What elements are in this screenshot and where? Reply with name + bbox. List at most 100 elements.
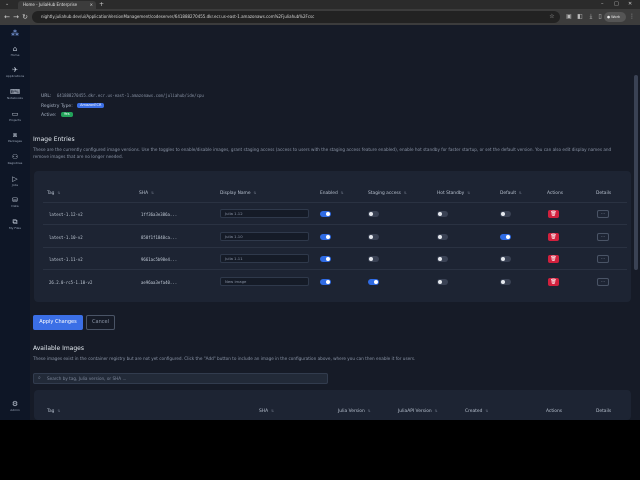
hot-standby-toggle[interactable] — [437, 234, 448, 240]
hot-standby-toggle[interactable] — [437, 256, 448, 262]
col-hot-standby[interactable]: Hot Standby ⇅ — [437, 191, 470, 196]
avail-col-details: Details — [596, 409, 612, 414]
default-toggle[interactable] — [500, 234, 511, 240]
minimize-icon[interactable]: – — [601, 1, 604, 8]
extension-icon[interactable]: ▣ — [565, 12, 573, 22]
tab-close-icon[interactable]: × — [90, 1, 93, 9]
sidebar-item-packages[interactable]: ⧈ Packages — [0, 131, 30, 143]
sidebar-item-projects[interactable]: ▭ Projects — [0, 110, 30, 122]
avail-col-juliaapi-version[interactable]: JuliaAPI Version ⇅ — [398, 409, 438, 414]
details-icon[interactable]: ··· — [597, 278, 609, 286]
display-name-input[interactable]: Julia 1.12 — [220, 209, 309, 218]
sidebar-item-jobs[interactable]: ▷ Jobs — [0, 175, 30, 187]
downloads-icon[interactable]: ⤓ — [587, 12, 595, 22]
data-icon: ⛁ — [12, 196, 18, 204]
staging-access-toggle[interactable] — [368, 279, 379, 285]
browser-tab[interactable]: Home - JuliaHub Enterprise × — [18, 1, 96, 9]
sidebar-item-label: Registries — [7, 161, 23, 165]
address-bar[interactable]: nightly.juliahub.dev/ui/ApplicationVersi… — [32, 11, 560, 23]
profile-label: Work — [611, 15, 621, 19]
juliahub-logo[interactable]: ⁂ — [8, 29, 22, 39]
profile-button[interactable]: ● Work — [604, 12, 626, 22]
details-icon[interactable]: ··· — [597, 255, 609, 263]
apply-changes-button[interactable]: Apply Changes — [33, 315, 83, 330]
default-toggle[interactable] — [500, 211, 511, 217]
cell-tag: latest-1.12-v2 — [49, 212, 83, 217]
sidebar-item-admin[interactable]: ⚙ Admin — [0, 400, 30, 412]
url-text: nightly.juliahub.dev/ui/ApplicationVersi… — [41, 14, 315, 19]
cell-sha: 858f1f1848ca... — [141, 235, 178, 240]
close-window-icon[interactable]: ✕ — [628, 1, 632, 8]
delete-icon[interactable]: 🗑 — [548, 255, 559, 263]
delete-icon[interactable]: 🗑 — [548, 233, 559, 241]
col-tag[interactable]: Tag ⇅ — [47, 191, 60, 196]
staging-access-toggle[interactable] — [368, 256, 379, 262]
sidebar-item-registries[interactable]: ⚇ Registries — [0, 153, 30, 165]
registry-url-row: URL: 641888270455.dkr.ecr.us-east-1.amaz… — [41, 93, 204, 99]
registry-type-row: Registry Type: AmazonECR — [41, 103, 105, 109]
cell-sha: ae96aa3efa40... — [141, 280, 178, 285]
default-toggle[interactable] — [500, 279, 511, 285]
col-enabled[interactable]: Enabled ⇅ — [320, 191, 344, 196]
sidebar-item-notebooks[interactable]: ⌨ Notebooks — [0, 88, 30, 100]
staging-access-toggle[interactable] — [368, 211, 379, 217]
letterbox-bottom — [0, 420, 640, 480]
menu-icon[interactable]: ⋮ — [628, 12, 636, 22]
sidebar-item-label: Applications — [5, 74, 25, 78]
col-display-name[interactable]: Display Name ⇅ — [220, 191, 256, 196]
avail-col-sha[interactable]: SHA ⇅ — [259, 409, 274, 414]
enabled-toggle[interactable] — [320, 211, 331, 217]
avail-col-julia-version[interactable]: Julia Version ⇅ — [338, 409, 371, 414]
available-images-description: These images exist in the container regi… — [33, 356, 416, 361]
files-icon: ⧉ — [12, 218, 18, 226]
registries-icon: ⚇ — [11, 153, 19, 161]
staging-access-toggle[interactable] — [368, 234, 379, 240]
delete-icon[interactable]: 🗑 — [548, 278, 559, 286]
active-status-badge: Yes — [60, 112, 73, 117]
hot-standby-toggle[interactable] — [437, 211, 448, 217]
sidebar-item-data[interactable]: ⛁ Data — [0, 196, 30, 208]
sidebar-item-label: Admin — [10, 408, 20, 412]
reload-icon[interactable]: ↻ — [20, 12, 30, 22]
col-default[interactable]: Default ⇅ — [500, 191, 522, 196]
tab-search-icon[interactable]: ⌄ — [5, 1, 13, 8]
maximize-icon[interactable]: □ — [614, 1, 619, 8]
split-view-icon[interactable]: ▯ — [596, 12, 604, 22]
row-divider — [43, 247, 627, 248]
image-search-input[interactable]: ⌕ Search by tag, Julia version, or SHA .… — [33, 373, 328, 384]
cancel-button[interactable]: Cancel — [86, 315, 115, 330]
bookmark-star-icon[interactable]: ☆ — [548, 12, 556, 22]
avail-col-tag[interactable]: Tag ⇅ — [47, 409, 60, 414]
row-divider — [43, 269, 627, 270]
sidebar-item-my-files[interactable]: ⧉ My Files — [0, 218, 30, 230]
sidebar-item-applications[interactable]: ✈ Applications — [0, 66, 30, 78]
hot-standby-toggle[interactable] — [437, 279, 448, 285]
registry-type-badge: AmazonECR — [77, 103, 105, 108]
page-scrollbar[interactable] — [634, 75, 638, 270]
enabled-toggle[interactable] — [320, 279, 331, 285]
notebooks-icon: ⌨ — [9, 88, 21, 96]
col-staging[interactable]: Staging access ⇅ — [368, 191, 407, 196]
registry-active-row: Active: Yes — [41, 112, 73, 118]
display-name-input[interactable]: Julia 1.10 — [220, 232, 309, 241]
extension-icon-2[interactable]: ◧ — [576, 12, 584, 22]
details-icon[interactable]: ··· — [597, 210, 609, 218]
enabled-toggle[interactable] — [320, 256, 331, 262]
default-toggle[interactable] — [500, 256, 511, 262]
display-name-input[interactable]: Julia 1.11 — [220, 254, 309, 263]
display-name-input[interactable]: New image — [220, 277, 309, 286]
details-icon[interactable]: ··· — [597, 233, 609, 241]
tab-title: Home - JuliaHub Enterprise — [23, 2, 78, 7]
gear-icon: ⚙ — [11, 400, 19, 408]
cell-sha: 1ff36a3e386a... — [141, 212, 178, 217]
avail-col-created[interactable]: Created ⇅ — [465, 409, 488, 414]
new-tab-button[interactable]: + — [99, 1, 104, 8]
header-divider — [43, 202, 627, 203]
cell-tag: 26.2.0-rc5-1.10-v2 — [49, 280, 93, 285]
delete-icon[interactable]: 🗑 — [548, 210, 559, 218]
col-details: Details — [596, 191, 612, 196]
browser-tab-bar: ⌄ Home - JuliaHub Enterprise × + – □ ✕ — [0, 0, 640, 9]
enabled-toggle[interactable] — [320, 234, 331, 240]
sidebar-item-home[interactable]: ⌂ Home — [0, 45, 30, 57]
col-sha[interactable]: SHA ⇅ — [139, 191, 154, 196]
